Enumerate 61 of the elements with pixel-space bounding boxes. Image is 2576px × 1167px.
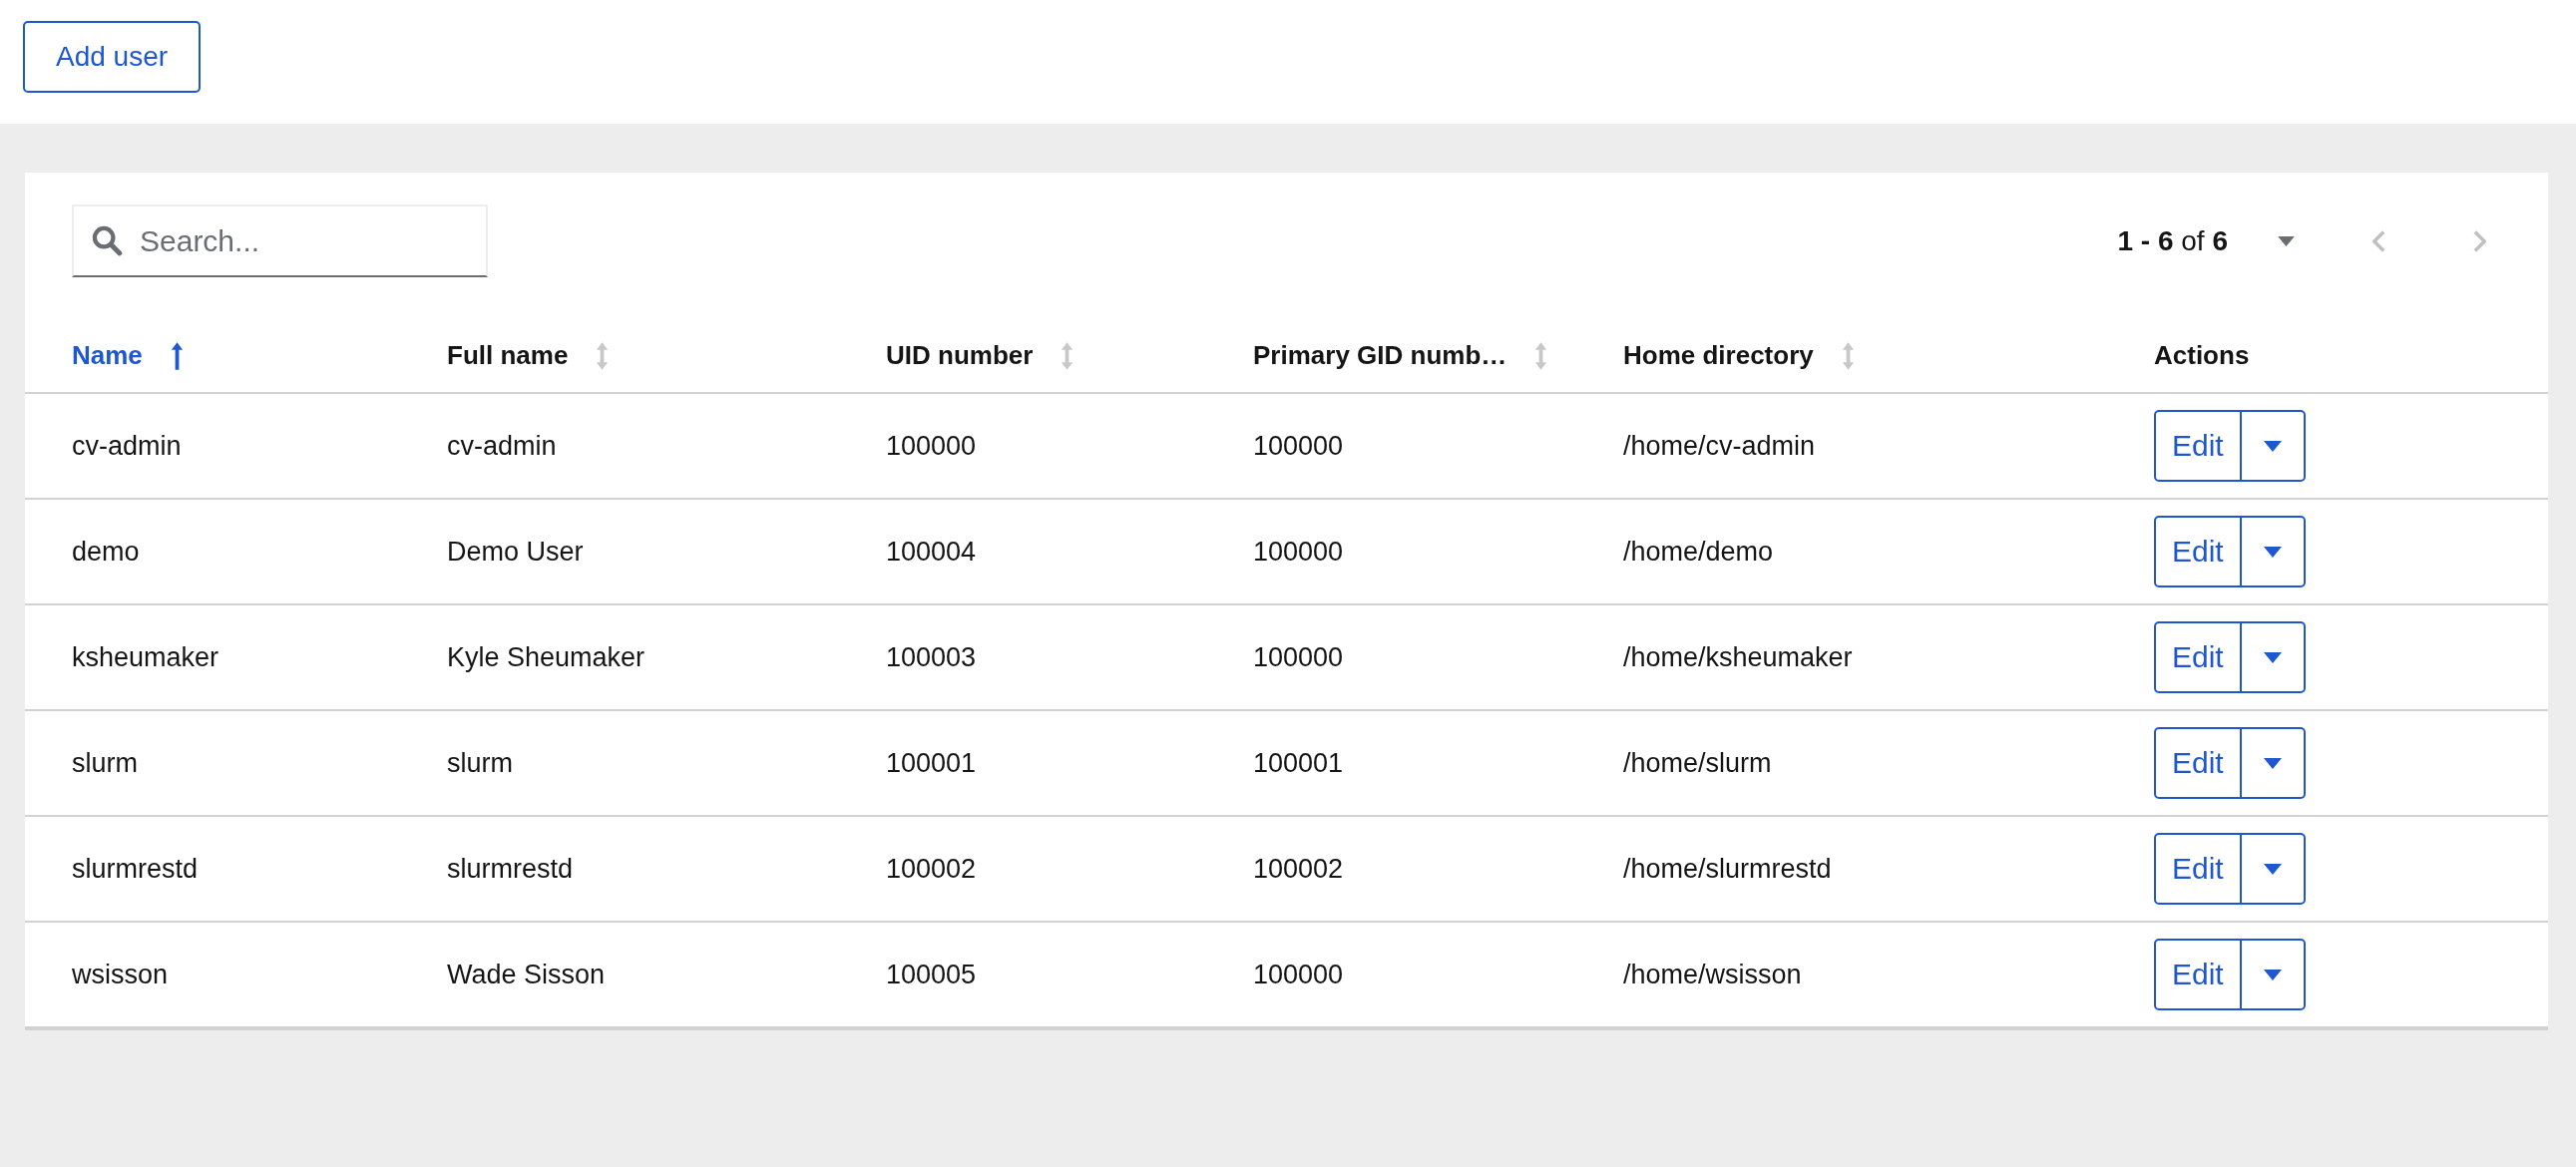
table-cell-text: 100005 <box>886 959 978 990</box>
chevron-right-icon <box>2473 229 2486 252</box>
edit-button[interactable]: Edit <box>2154 939 2242 1010</box>
chevron-left-icon <box>2372 229 2385 252</box>
caret-icon <box>2263 969 2282 980</box>
actions-dropdown-toggle[interactable] <box>2241 833 2306 905</box>
table-cell-text: slurm <box>447 747 514 779</box>
caret-icon <box>2263 757 2282 769</box>
actions-dropdown-toggle[interactable] <box>2241 727 2306 799</box>
caret-icon <box>2278 235 2295 246</box>
column-header[interactable]: Home directory <box>1623 340 1855 371</box>
table-cell-text: cv-admin <box>72 430 183 462</box>
table-cell-text: /home/wsisson <box>1623 959 1803 990</box>
edit-button[interactable]: Edit <box>2154 410 2242 482</box>
table-cell-text: 100000 <box>1253 959 1345 990</box>
actions-dropdown-toggle[interactable] <box>2241 939 2306 1010</box>
add-user-button[interactable]: Add user <box>23 21 202 93</box>
caret-icon <box>2263 546 2282 558</box>
search-field[interactable]: Search... <box>72 204 488 277</box>
edit-button[interactable]: Edit <box>2154 833 2242 905</box>
caret-icon <box>2263 863 2282 875</box>
table-cell-text: 100002 <box>886 853 978 885</box>
pagination-range: 1 - 6 of 6 <box>2117 224 2228 257</box>
table-cell-text: 100000 <box>886 430 978 462</box>
edit-button[interactable]: Edit <box>2154 516 2242 587</box>
actions-dropdown-toggle[interactable] <box>2241 621 2306 693</box>
table-cell-text: 100002 <box>1253 853 1345 885</box>
table-cell-text: 100003 <box>886 641 978 673</box>
table-cell-text: slurmrestd <box>72 853 200 885</box>
column-header[interactable]: UID number <box>886 340 1074 371</box>
actions-dropdown-toggle[interactable] <box>2241 516 2306 587</box>
table-cell-text: Demo User <box>447 536 585 568</box>
table-cell-text: slurmrestd <box>447 853 575 885</box>
table-cell-text: 100000 <box>1253 430 1345 462</box>
sort-arrow-up-icon[interactable] <box>170 340 184 371</box>
column-header[interactable]: Primary GID numb… <box>1253 340 1548 371</box>
table-cell-text: 100001 <box>1253 747 1345 779</box>
table-cell-text: /home/demo <box>1623 536 1775 568</box>
table-cell-text: /home/cv-admin <box>1623 430 1817 462</box>
table-cell-text: 100000 <box>1253 536 1345 568</box>
table-cell-text: 100001 <box>886 747 978 779</box>
table-cell-text: 100004 <box>886 536 978 568</box>
actions-dropdown-toggle[interactable] <box>2241 410 2306 482</box>
edit-button[interactable]: Edit <box>2154 621 2242 693</box>
table-cell-text: cv-admin <box>447 430 558 462</box>
table-cell-text: demo <box>72 536 141 568</box>
edit-button[interactable]: Edit <box>2154 727 2242 799</box>
caret-icon <box>2263 440 2282 452</box>
column-header[interactable]: Full name <box>447 340 610 371</box>
table-cell-text: 100000 <box>1253 641 1345 673</box>
caret-icon <box>2263 651 2282 663</box>
table-cell-text: Wade Sisson <box>447 959 607 990</box>
column-header: Actions <box>2154 340 2250 371</box>
table-cell-text: /home/ksheumaker <box>1623 641 1854 673</box>
column-header[interactable]: Name <box>72 340 184 371</box>
table-cell-text: wsisson <box>72 959 170 990</box>
table-cell-text: /home/slurm <box>1623 747 1773 779</box>
table-cell-text: /home/slurmrestd <box>1623 853 1833 885</box>
table-cell-text: ksheumaker <box>72 641 220 673</box>
table-cell-text: slurm <box>72 747 139 779</box>
table-cell-text: Kyle Sheumaker <box>447 641 646 673</box>
